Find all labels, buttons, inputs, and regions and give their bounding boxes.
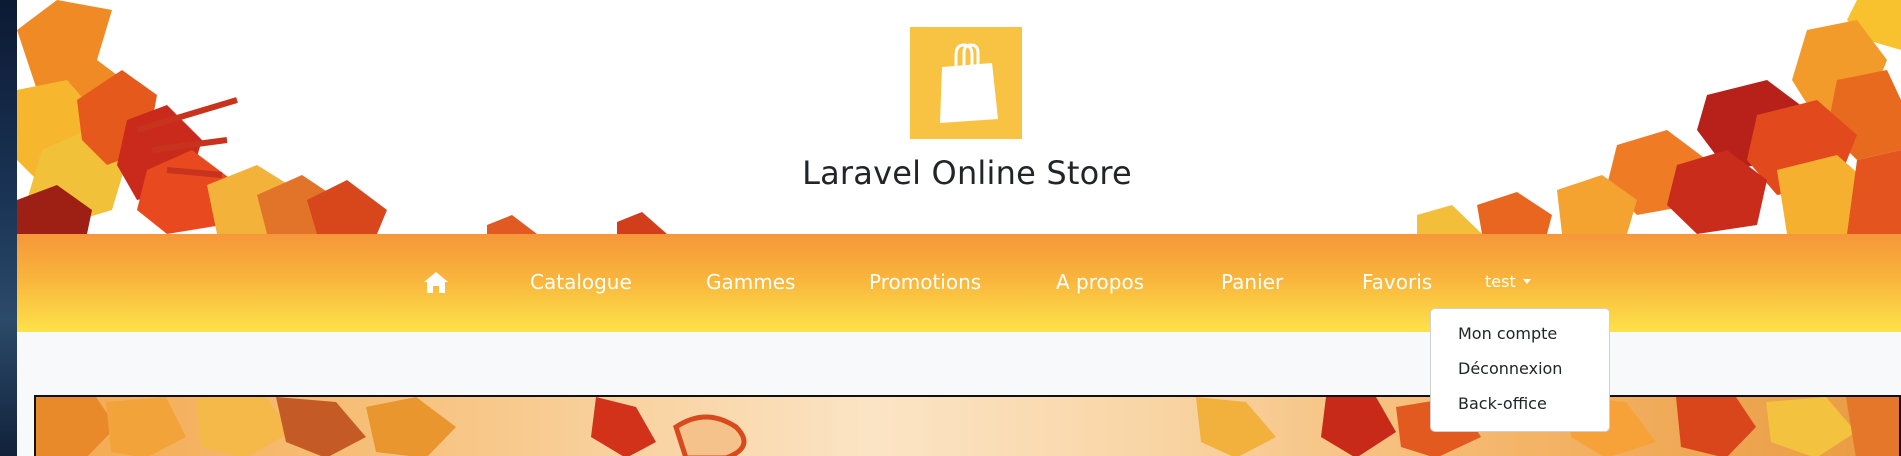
store-logo[interactable] xyxy=(910,27,1022,139)
nav-item-a-propos[interactable]: A propos xyxy=(1056,270,1144,300)
nav-item-gammes[interactable]: Gammes xyxy=(706,270,795,300)
user-dropdown-menu: Mon compte Déconnexion Back-office xyxy=(1430,308,1610,432)
home-icon[interactable] xyxy=(423,270,449,294)
dropdown-item-deconnexion[interactable]: Déconnexion xyxy=(1458,359,1562,378)
dropdown-item-back-office[interactable]: Back-office xyxy=(1458,394,1547,413)
nav-item-favoris[interactable]: Favoris xyxy=(1362,270,1432,300)
banner-leaves-image xyxy=(36,397,1899,456)
desktop-background xyxy=(0,0,17,456)
site-title[interactable]: Laravel Online Store xyxy=(759,154,1175,192)
nav-item-catalogue[interactable]: Catalogue xyxy=(530,270,632,300)
shopping-bag-icon xyxy=(940,43,998,123)
nav-item-promotions[interactable]: Promotions xyxy=(869,270,981,300)
nav-item-panier[interactable]: Panier xyxy=(1221,270,1283,300)
hero-banner xyxy=(34,395,1901,456)
dropdown-item-mon-compte[interactable]: Mon compte xyxy=(1458,324,1557,343)
caret-down-icon xyxy=(1522,279,1531,284)
site-header: Laravel Online Store xyxy=(17,0,1901,234)
browser-page: Laravel Online Store Catalogue Gammes Pr… xyxy=(17,0,1901,456)
user-menu-label: test xyxy=(1485,272,1516,291)
main-navbar: Catalogue Gammes Promotions A propos Pan… xyxy=(17,234,1901,332)
user-menu-toggle[interactable]: test xyxy=(1485,272,1531,291)
